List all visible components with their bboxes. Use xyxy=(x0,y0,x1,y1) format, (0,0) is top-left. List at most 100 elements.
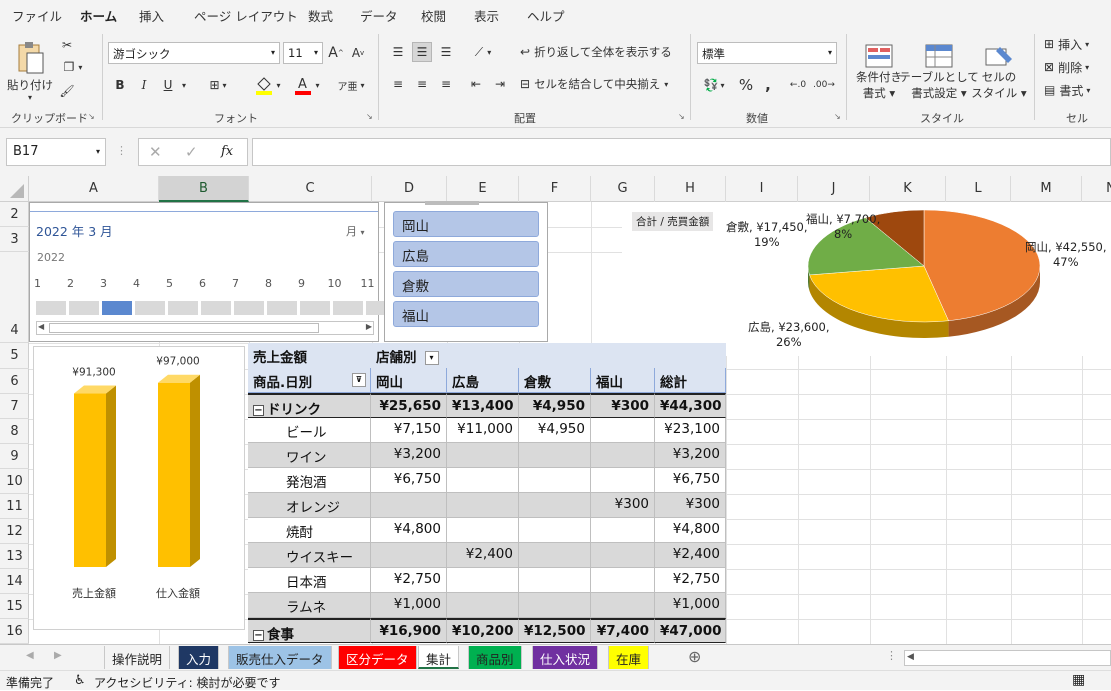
menu-tab-2[interactable]: 挿入 xyxy=(139,6,164,25)
add-sheet-icon[interactable]: ⊕ xyxy=(688,647,701,666)
font-name-select[interactable]: 游ゴシック ▾ xyxy=(108,42,280,64)
launcher-icon[interactable]: ↘ xyxy=(366,112,373,121)
row-header-14[interactable]: 14 xyxy=(0,569,29,594)
column-header-C[interactable]: C xyxy=(249,176,372,202)
increase-indent-icon[interactable]: ⇥ xyxy=(490,74,510,94)
launcher-icon[interactable]: ↘ xyxy=(678,112,685,121)
sheet-tab-3[interactable]: 区分データ xyxy=(338,646,417,669)
row-header-12[interactable]: 12 xyxy=(0,519,29,544)
decrease-decimal-icon[interactable]: .00→ xyxy=(812,74,836,96)
align-top-icon[interactable]: ☰ xyxy=(388,42,408,62)
accessibility-icon[interactable]: ♿ xyxy=(74,673,86,688)
font-size-select[interactable]: 11 ▾ xyxy=(283,42,323,64)
sheet-tab-0[interactable]: 操作説明 xyxy=(104,646,171,669)
sheet-tab-6[interactable]: 仕入状況 xyxy=(532,646,599,669)
column-header-D[interactable]: D xyxy=(372,176,447,202)
filter-dropdown-icon[interactable]: ▾ xyxy=(424,351,439,365)
align-middle-icon[interactable]: ☰ xyxy=(412,42,432,62)
timeline-month-2[interactable] xyxy=(69,301,100,315)
menu-tab-8[interactable]: ヘルプ xyxy=(527,6,565,25)
row-header-4[interactable]: 4 xyxy=(0,252,29,343)
phonetic-button[interactable]: ア亜 ▾ xyxy=(336,74,366,96)
row-header-5[interactable]: 5 xyxy=(0,343,29,369)
menu-tab-3[interactable]: ページ レイアウト xyxy=(194,6,298,25)
sheet-tab-5[interactable]: 商品別 xyxy=(468,646,522,669)
timeline-month-5[interactable] xyxy=(168,301,199,315)
row-header-10[interactable]: 10 xyxy=(0,469,29,494)
row-header-2[interactable]: 2 xyxy=(0,202,29,227)
underline-icon[interactable]: U xyxy=(158,74,178,96)
column-header-L[interactable]: L xyxy=(946,176,1011,202)
pivot-row-label[interactable]: − 食事 xyxy=(248,618,371,643)
select-all-button[interactable] xyxy=(0,176,29,202)
align-left-icon[interactable]: ≡ xyxy=(388,74,408,94)
pivot-column-field[interactable]: 店舗別 ▾ xyxy=(371,343,726,368)
scroll-right-icon[interactable]: ▶ xyxy=(366,322,372,331)
align-center-icon[interactable]: ≡ xyxy=(412,74,432,94)
row-header-9[interactable]: 9 xyxy=(0,444,29,469)
row-header-13[interactable]: 13 xyxy=(0,544,29,569)
paste-button[interactable]: 貼り付け ▾ xyxy=(7,36,53,106)
timeline-month-7[interactable] xyxy=(234,301,265,315)
column-header-E[interactable]: E xyxy=(447,176,519,202)
timeline-level-select[interactable]: 月 ▾ xyxy=(346,223,365,239)
name-box[interactable]: B17 ▾ xyxy=(6,138,106,166)
pivot-row-field[interactable]: 商品.日別 ⊽ xyxy=(248,368,371,393)
bold-icon[interactable]: B xyxy=(110,74,130,96)
delete-cells-button[interactable]: ⊠ 削除 ▾ xyxy=(1044,57,1104,77)
sheet-tab-2[interactable]: 販売仕入データ xyxy=(228,646,332,669)
horizontal-scrollbar[interactable]: ◀ xyxy=(904,650,1111,666)
menu-tab-7[interactable]: 表示 xyxy=(474,6,499,25)
row-header-8[interactable]: 8 xyxy=(0,419,29,444)
timeline-month-1[interactable] xyxy=(36,301,67,315)
timeline-slicer[interactable]: 2022 年 3 月 月 ▾ 2022 ◀ ▶ 1 2 3 4 5 6 7 8 9 10 11 xyxy=(29,202,397,342)
column-header-J[interactable]: J xyxy=(798,176,870,202)
timeline-month-9[interactable] xyxy=(300,301,331,315)
format-painter-icon[interactable]: 🖌 xyxy=(58,82,76,100)
bar-chart[interactable]: ¥91,300 売上金額 ¥97,000 仕入金額 xyxy=(33,346,245,630)
column-header-I[interactable]: I xyxy=(726,176,798,202)
column-header-M[interactable]: M xyxy=(1011,176,1082,202)
number-format-select[interactable]: 標準 ▾ xyxy=(697,42,837,64)
timeline-month-6[interactable] xyxy=(201,301,232,315)
column-header-G[interactable]: G xyxy=(591,176,655,202)
accessibility-status[interactable]: アクセシビリティ: 検討が必要です xyxy=(94,674,281,691)
insert-cells-button[interactable]: ⊞ 挿入 ▾ xyxy=(1044,34,1104,54)
format-cells-button[interactable]: ▤ 書式 ▾ xyxy=(1044,80,1104,100)
timeline-month-3[interactable] xyxy=(102,301,133,315)
increase-font-icon[interactable]: A ^ xyxy=(326,42,346,64)
sheet-tab-1[interactable]: 入力 xyxy=(178,646,220,669)
increase-decimal-icon[interactable]: ←.0 xyxy=(786,74,810,96)
row-header-7[interactable]: 7 xyxy=(0,394,29,419)
decrease-font-icon[interactable]: Av xyxy=(348,42,368,64)
slicer-item-0[interactable]: 岡山 xyxy=(393,211,539,237)
scroll-prev-sheet-icon[interactable]: ◀ xyxy=(26,650,34,661)
align-bottom-icon[interactable]: ☰ xyxy=(436,42,456,62)
launcher-icon[interactable]: ↘ xyxy=(834,112,841,121)
merge-center-button[interactable]: ⊟ セルを結合して中央揃え ▾ xyxy=(520,74,680,94)
cancel-icon[interactable]: ✕ xyxy=(149,143,162,161)
timeline-month-4[interactable] xyxy=(135,301,166,315)
pivot-row-label[interactable]: − ドリンク xyxy=(248,393,371,418)
format-as-table-button[interactable]: テーブルとして 書式設定 ▾ xyxy=(899,36,979,108)
column-header-N[interactable]: N xyxy=(1082,176,1111,202)
font-color-button[interactable]: A ▾ xyxy=(290,74,324,96)
normal-view-icon[interactable]: ▦ xyxy=(1072,672,1085,688)
row-header-3[interactable]: 3 xyxy=(0,227,29,252)
sheet-tab-7[interactable]: 在庫 xyxy=(608,646,650,669)
timeline-scrollbar[interactable]: ◀ ▶ xyxy=(36,321,374,335)
collapse-icon[interactable]: − xyxy=(253,404,264,416)
launcher-icon[interactable]: ↘ xyxy=(88,112,95,121)
orientation-button[interactable]: ⟋ ▾ xyxy=(468,42,498,62)
scroll-next-sheet-icon[interactable]: ▶ xyxy=(54,650,62,661)
row-header-11[interactable]: 11 xyxy=(0,494,29,519)
column-header-K[interactable]: K xyxy=(870,176,946,202)
scroll-thumb[interactable] xyxy=(49,323,319,333)
pie-chart[interactable]: 合計 / 売買金額 岡山, ¥42,550, 47% 広島, ¥23,600, 26… xyxy=(622,202,1111,356)
column-header-H[interactable]: H xyxy=(655,176,726,202)
row-header-16[interactable]: 16 xyxy=(0,619,29,644)
store-slicer[interactable]: 岡山 広島 倉敷 福山 xyxy=(384,201,548,342)
slicer-item-3[interactable]: 福山 xyxy=(393,301,539,327)
conditional-format-button[interactable]: 条件付き 書式 ▾ xyxy=(852,36,906,108)
menu-tab-1[interactable]: ホーム xyxy=(80,6,118,31)
